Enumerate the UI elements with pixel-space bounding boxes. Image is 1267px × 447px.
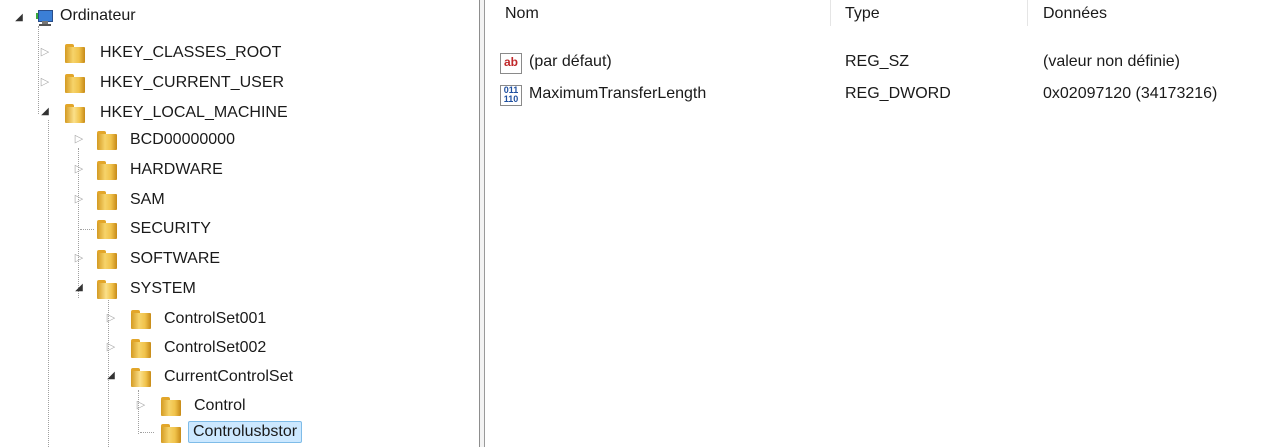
- column-divider[interactable]: [830, 0, 831, 26]
- tree-item-controlusbstor[interactable]: Controlusbstor: [0, 420, 340, 446]
- collapsed-arrow-icon[interactable]: ▷: [104, 340, 118, 354]
- folder-icon: [96, 218, 118, 240]
- tree-item-label: HKEY_CURRENT_USER: [100, 74, 285, 91]
- tree-item-hkey-current-user[interactable]: ▷ HKEY_CURRENT_USER: [0, 70, 340, 96]
- tree-item-computer[interactable]: ◢ Ordinateur: [0, 6, 200, 32]
- expanded-arrow-icon[interactable]: ◢: [38, 105, 52, 119]
- tree-item-label: SAM: [130, 191, 165, 208]
- computer-icon: [36, 9, 54, 27]
- pane-splitter[interactable]: [478, 0, 487, 447]
- binary-value-icon: 011 110: [500, 85, 522, 106]
- tree-item-label-selected: Controlusbstor: [188, 421, 303, 443]
- folder-icon: [96, 248, 118, 270]
- tree-item-label: HKEY_CLASSES_ROOT: [100, 44, 282, 61]
- tree-item-security[interactable]: SECURITY: [0, 216, 300, 242]
- collapsed-arrow-icon[interactable]: ▷: [38, 45, 52, 59]
- folder-icon: [96, 129, 118, 151]
- tree-item-controlset001[interactable]: ▷ ControlSet001: [0, 306, 320, 332]
- tree-item-control[interactable]: ▷ Control: [0, 393, 300, 419]
- expanded-arrow-icon[interactable]: ◢: [72, 281, 86, 295]
- value-name: MaximumTransferLength: [529, 85, 707, 102]
- tree-item-label: BCD00000000: [130, 131, 235, 148]
- tree-item-bcd00000000[interactable]: ▷ BCD00000000: [0, 127, 300, 153]
- tree-item-sam[interactable]: ▷ SAM: [0, 187, 300, 213]
- folder-icon: [96, 189, 118, 211]
- folder-icon: [160, 395, 182, 417]
- tree-item-label: Control: [194, 397, 246, 414]
- value-name: (par défaut): [529, 53, 612, 70]
- string-value-icon: ab: [500, 53, 522, 74]
- column-divider[interactable]: [1027, 0, 1028, 26]
- tree-item-label: CurrentControlSet: [164, 368, 293, 385]
- tree-item-system[interactable]: ◢ SYSTEM: [0, 276, 300, 302]
- registry-tree-pane[interactable]: ◢ Ordinateur ▷ HKEY_CLASSES_ROOT ▷ HKEY_…: [0, 0, 478, 447]
- collapsed-arrow-icon[interactable]: ▷: [72, 132, 86, 146]
- folder-open-icon: [96, 278, 118, 300]
- folder-open-icon: [64, 102, 86, 124]
- folder-icon: [64, 42, 86, 64]
- collapsed-arrow-icon[interactable]: ▷: [72, 162, 86, 176]
- tree-item-currentcontrolset[interactable]: ◢ CurrentControlSet: [0, 364, 340, 390]
- tree-item-label: SECURITY: [130, 220, 211, 237]
- value-data: (valeur non définie): [1043, 53, 1180, 70]
- folder-icon: [160, 422, 182, 444]
- expanded-arrow-icon[interactable]: ◢: [104, 369, 118, 383]
- tree-item-hkey-local-machine[interactable]: ◢ HKEY_LOCAL_MACHINE: [0, 100, 340, 126]
- tree-item-hkey-classes-root[interactable]: ▷ HKEY_CLASSES_ROOT: [0, 40, 340, 66]
- value-type: REG_SZ: [845, 53, 910, 70]
- tree-item-label: SYSTEM: [130, 280, 196, 297]
- collapsed-arrow-icon[interactable]: ▷: [72, 251, 86, 265]
- tree-item-controlset002[interactable]: ▷ ControlSet002: [0, 335, 320, 361]
- table-row[interactable]: ab (par défaut) REG_SZ (valeur non défin…: [487, 50, 1267, 76]
- folder-open-icon: [130, 366, 152, 388]
- tree-item-label: HARDWARE: [130, 161, 223, 178]
- tree-item-software[interactable]: ▷ SOFTWARE: [0, 246, 300, 272]
- collapsed-arrow-icon[interactable]: ▷: [72, 192, 86, 206]
- value-data: 0x02097120 (34173216): [1043, 85, 1218, 102]
- collapsed-arrow-icon[interactable]: ▷: [104, 311, 118, 325]
- folder-icon: [64, 72, 86, 94]
- list-header: Nom Type Données: [487, 0, 1267, 26]
- collapsed-arrow-icon[interactable]: ▷: [134, 398, 148, 412]
- tree-item-label: Ordinateur: [60, 7, 136, 24]
- table-row[interactable]: 011 110 MaximumTransferLength REG_DWORD …: [487, 82, 1267, 108]
- folder-icon: [130, 337, 152, 359]
- folder-icon: [130, 308, 152, 330]
- tree-item-label: ControlSet002: [164, 339, 267, 356]
- column-header-data[interactable]: Données: [1043, 5, 1107, 23]
- tree-item-label: HKEY_LOCAL_MACHINE: [100, 104, 288, 121]
- column-header-type[interactable]: Type: [845, 5, 880, 23]
- tree-item-label: SOFTWARE: [130, 250, 221, 267]
- tree-item-hardware[interactable]: ▷ HARDWARE: [0, 157, 300, 183]
- column-header-name[interactable]: Nom: [505, 5, 539, 23]
- folder-icon: [96, 159, 118, 181]
- collapsed-arrow-icon[interactable]: ▷: [38, 75, 52, 89]
- tree-item-label: ControlSet001: [164, 310, 267, 327]
- expanded-arrow-icon[interactable]: ◢: [12, 11, 26, 25]
- value-type: REG_DWORD: [845, 85, 951, 102]
- values-list-pane[interactable]: Nom Type Données ab (par défaut) REG_SZ …: [487, 0, 1267, 447]
